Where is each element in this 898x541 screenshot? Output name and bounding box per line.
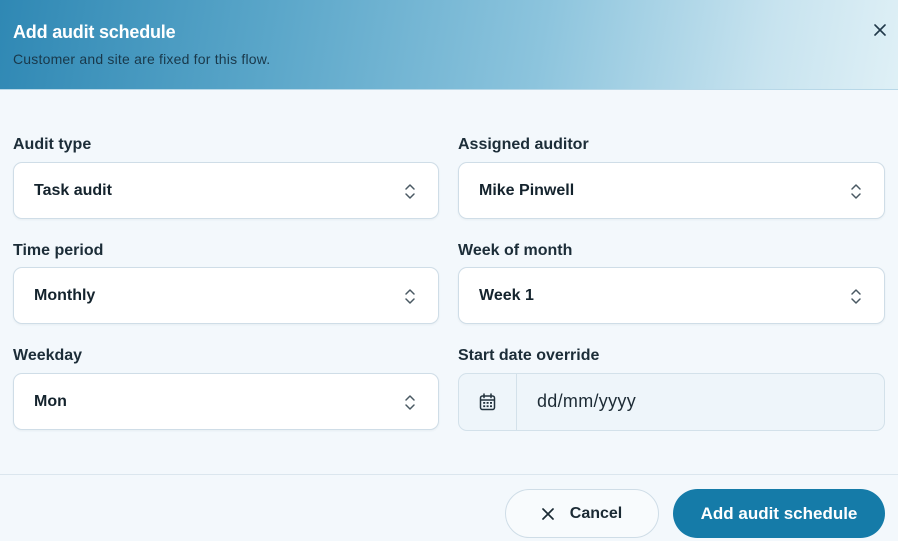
chevron-up-down-icon bbox=[851, 184, 861, 199]
chevron-up-down-icon bbox=[405, 395, 415, 410]
chevron-up-down-icon bbox=[405, 289, 415, 304]
audit-type-value: Task audit bbox=[34, 182, 112, 199]
start-date-input[interactable]: dd/mm/yyyy bbox=[537, 391, 636, 412]
chevron-up-down-icon bbox=[405, 184, 415, 199]
footer-divider bbox=[0, 474, 898, 475]
weekday-label: Weekday bbox=[13, 347, 83, 364]
weekday-select[interactable]: Mon bbox=[13, 373, 439, 430]
add-audit-schedule-button[interactable]: Add audit schedule bbox=[673, 489, 885, 538]
calendar-button[interactable] bbox=[459, 374, 517, 430]
time-period-select[interactable]: Monthly bbox=[13, 267, 439, 324]
dialog-header: Add audit schedule Customer and site are… bbox=[0, 0, 898, 90]
dialog-subtitle: Customer and site are fixed for this flo… bbox=[13, 51, 271, 67]
time-period-value: Monthly bbox=[34, 287, 96, 304]
close-icon bbox=[874, 24, 886, 36]
audit-type-label: Audit type bbox=[13, 136, 92, 153]
close-icon bbox=[541, 507, 554, 520]
time-period-label: Time period bbox=[13, 242, 104, 259]
calendar-icon bbox=[479, 393, 496, 411]
cancel-button-label: Cancel bbox=[569, 504, 623, 522]
weekday-value: Mon bbox=[34, 393, 67, 410]
week-of-month-label: Week of month bbox=[458, 242, 573, 259]
start-date-override-label: Start date override bbox=[458, 347, 600, 364]
chevron-up-down-icon bbox=[851, 289, 861, 304]
week-of-month-value: Week 1 bbox=[479, 287, 534, 304]
assigned-auditor-value: Mike Pinwell bbox=[479, 182, 575, 199]
assigned-auditor-select[interactable]: Mike Pinwell bbox=[458, 162, 885, 219]
week-of-month-select[interactable]: Week 1 bbox=[458, 267, 885, 324]
cancel-button[interactable]: Cancel bbox=[505, 489, 659, 538]
assigned-auditor-label: Assigned auditor bbox=[458, 136, 589, 153]
audit-type-select[interactable]: Task audit bbox=[13, 162, 439, 219]
add-audit-schedule-button-label: Add audit schedule bbox=[700, 503, 858, 523]
close-button[interactable] bbox=[869, 19, 891, 41]
dialog-title: Add audit schedule bbox=[13, 22, 176, 42]
start-date-field[interactable]: dd/mm/yyyy bbox=[458, 373, 885, 431]
